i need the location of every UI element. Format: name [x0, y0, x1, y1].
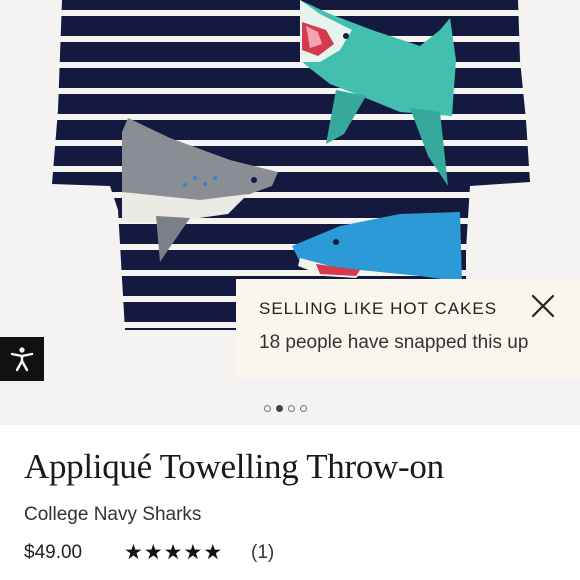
star-icon: ★: [124, 540, 143, 564]
carousel-dot[interactable]: [300, 404, 307, 412]
carousel-dot[interactable]: [276, 404, 283, 412]
star-icon: ★: [183, 540, 203, 564]
accessibility-button[interactable]: [0, 337, 44, 381]
rating-stars[interactable]: ★ ★ ★ ★ ★: [124, 540, 222, 564]
star-icon: ★: [143, 540, 163, 564]
review-count-link[interactable]: (1): [251, 542, 274, 564]
toast-message: 18 people have snapped this up: [259, 332, 529, 353]
product-image-carousel[interactable]: SELLING LIKE HOT CAKES 18 people have sn…: [0, 0, 580, 425]
social-proof-toast: SELLING LIKE HOT CAKES 18 people have sn…: [236, 279, 580, 378]
accessibility-icon: [10, 347, 34, 372]
product-title: Appliqué Towelling Throw-on: [24, 447, 444, 486]
close-icon[interactable]: [528, 291, 558, 321]
product-price: $49.00: [24, 542, 83, 563]
star-icon: ★: [163, 540, 183, 564]
product-colour: College Navy Sharks: [24, 504, 202, 525]
star-icon: ★: [203, 540, 223, 564]
carousel-dot[interactable]: [288, 404, 295, 412]
carousel-pagination: [264, 403, 307, 413]
carousel-dot[interactable]: [264, 404, 271, 412]
toast-title: SELLING LIKE HOT CAKES: [259, 299, 498, 318]
